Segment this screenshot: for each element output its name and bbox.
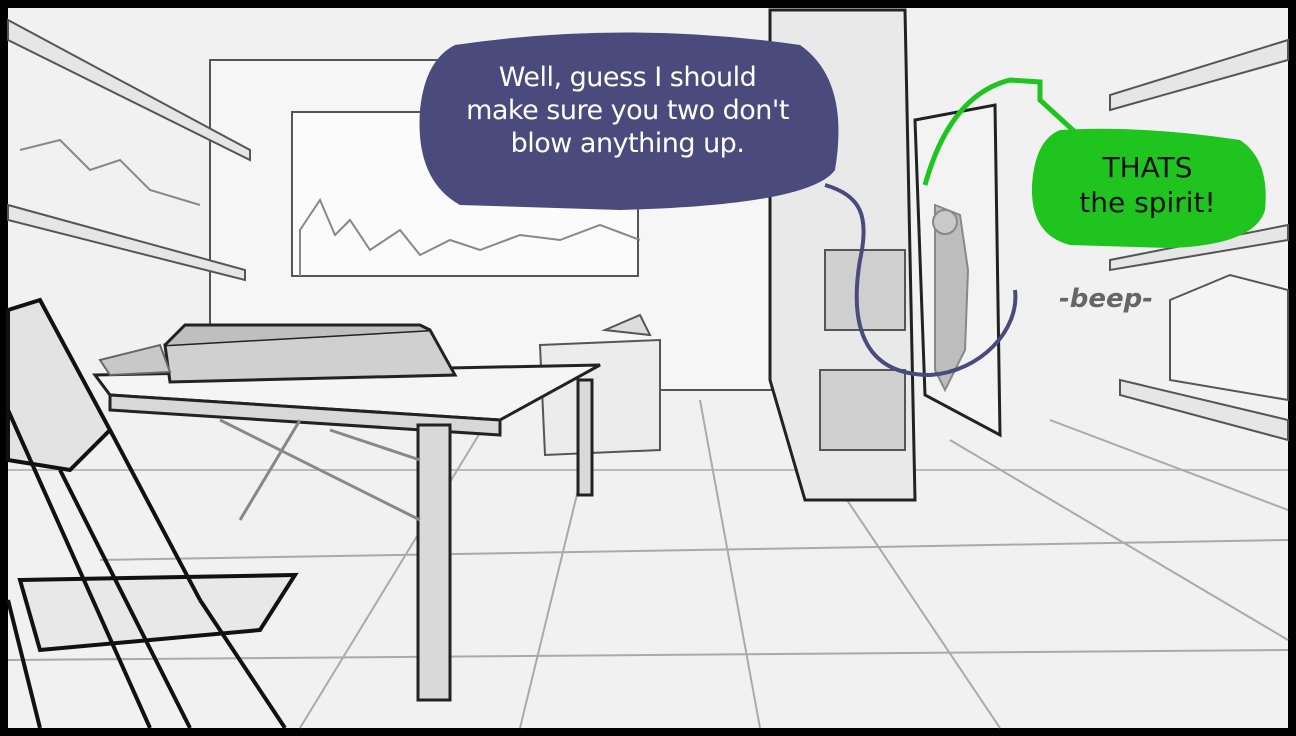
- beep-sound-effect: -beep-: [1058, 284, 1154, 314]
- speech-text-figure: THATS the spirit!: [1040, 150, 1255, 220]
- figure-head: [932, 209, 958, 235]
- comic-panel: Well, guess I should make sure you two d…: [0, 0, 1296, 736]
- speech-line: blow anything up.: [510, 127, 745, 159]
- speech-text-offscreen: Well, guess I should make sure you two d…: [430, 62, 825, 161]
- speech-line: the spirit!: [1079, 186, 1216, 219]
- speech-line: make sure you two don't: [466, 94, 789, 126]
- speech-line: THATS: [1102, 151, 1193, 184]
- speech-line: Well, guess I should: [498, 62, 757, 93]
- open-door: [913, 103, 1002, 438]
